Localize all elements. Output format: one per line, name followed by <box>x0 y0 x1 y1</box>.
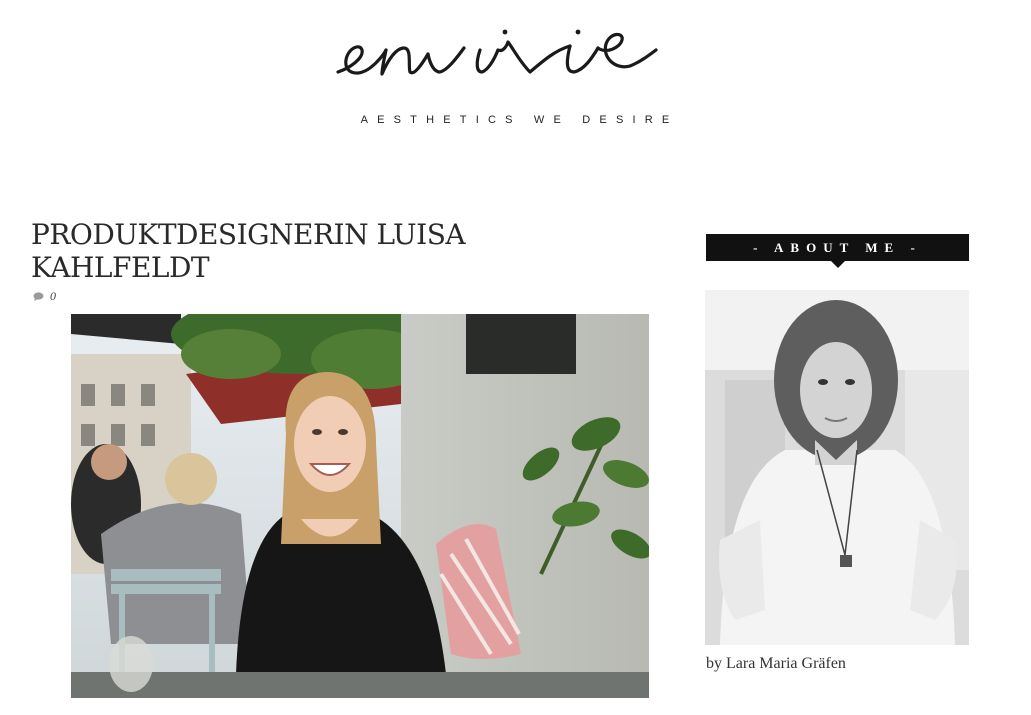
post-featured-image[interactable] <box>71 314 649 698</box>
author-photo-illustration <box>705 290 969 645</box>
speech-bubble-icon[interactable] <box>33 292 44 301</box>
author-photo[interactable] <box>705 290 969 645</box>
post-photo-illustration <box>71 314 649 698</box>
site-tagline: AESTHETICS WE DESIRE <box>360 114 679 126</box>
author-caption: by Lara Maria Gräfen <box>706 655 846 672</box>
about-me-title-text: - ABOUT ME - <box>753 240 922 255</box>
about-me-widget-title: - ABOUT ME - <box>706 234 969 268</box>
site-logo <box>336 29 658 76</box>
post-meta: 0 <box>33 289 56 304</box>
site-logo-link[interactable]: envie <box>0 0 1031 150</box>
post-title[interactable]: PRODUKTDESIGNERIN LUISA KAHLFELDT <box>31 218 551 284</box>
title-notch <box>831 261 845 268</box>
comment-count[interactable]: 0 <box>50 289 56 304</box>
